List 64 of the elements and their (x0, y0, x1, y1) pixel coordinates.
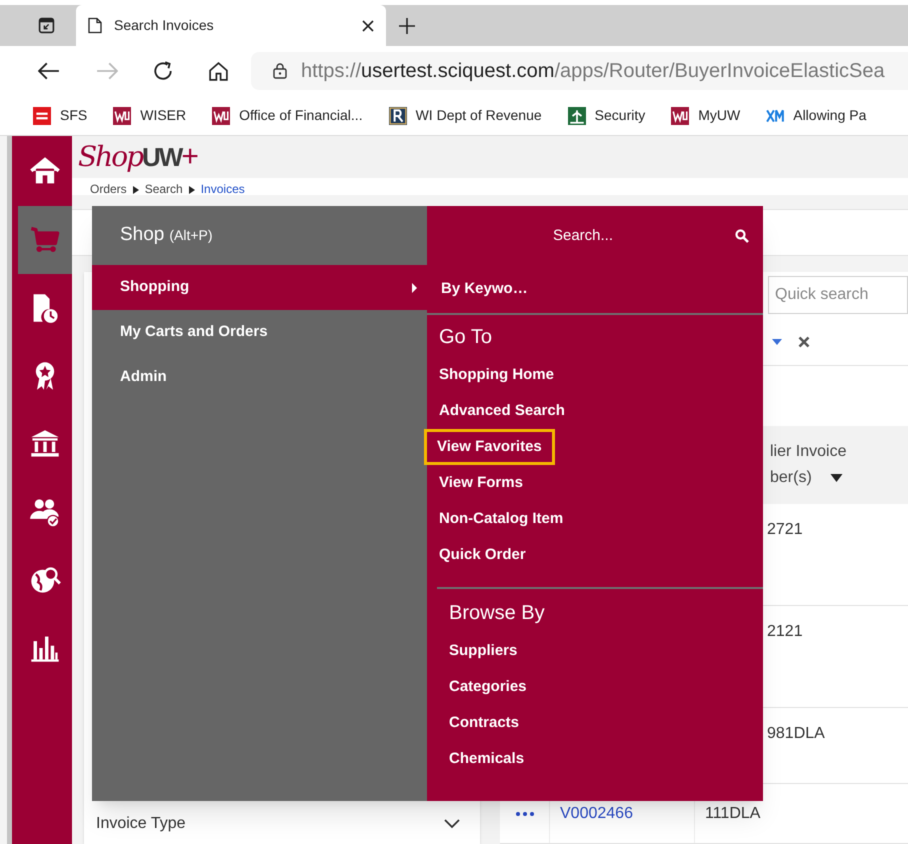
bookmark-logo-icon (671, 106, 690, 124)
quick-search-field[interactable]: Quick search (768, 276, 908, 314)
bookmark[interactable]: Allowing Pa (766, 105, 866, 126)
tab-title: Search Invoices (114, 16, 215, 35)
table-cell-text: 2721 (767, 520, 803, 540)
menu-link[interactable]: Suppliers (447, 636, 520, 666)
menu-item[interactable]: Shopping (92, 265, 427, 310)
menu-item[interactable]: My Carts and Orders (92, 310, 427, 355)
caret-down-icon[interactable] (772, 338, 782, 344)
menu-title: Shop (120, 223, 164, 248)
bookmark[interactable]: MyUW (671, 105, 740, 126)
bookmark[interactable]: SFS (33, 105, 88, 126)
submenu-caret-icon (412, 282, 417, 292)
bookmark[interactable]: Office of Financial... (212, 105, 363, 126)
bookmark[interactable]: WI Dept of Revenue (388, 105, 542, 126)
menu-link[interactable]: View Favorites (427, 432, 552, 462)
table-cell-text: 2121 (767, 622, 803, 642)
close-icon[interactable] (362, 20, 374, 32)
address-bar[interactable]: https://usertest.sciquest.com/apps/Router/BuyerInvoiceElasticSea (251, 52, 908, 90)
close-icon[interactable] (798, 336, 810, 348)
home-icon[interactable] (208, 60, 229, 82)
menu-item[interactable]: Admin (92, 355, 427, 400)
breadcrumb-caret-icon (132, 186, 139, 194)
search-field[interactable]: Search... (437, 218, 729, 254)
menu-link[interactable]: Advanced Search (437, 396, 567, 426)
menu-link[interactable]: Chemicals (447, 744, 526, 774)
browser-tab[interactable]: Search Invoices (76, 5, 386, 46)
menu-link[interactable]: Contracts (447, 708, 522, 738)
section-heading: Go To (439, 325, 493, 350)
chevron-down-icon[interactable] (444, 819, 460, 829)
url-text: https://usertest.sciquest.com/apps/Router/BuyerInvoiceElasticSea (301, 59, 885, 84)
more-actions-icon[interactable] (516, 812, 534, 816)
search-icon[interactable] (735, 228, 749, 242)
refresh-icon[interactable] (152, 60, 174, 82)
bookmark-logo-icon (388, 106, 407, 124)
menu-link[interactable]: Quick Order (437, 540, 528, 570)
shortcut-hint: (Alt+P) (169, 226, 213, 245)
section-heading: Browse By (449, 601, 546, 626)
menu-link[interactable]: Non-Catalog Item (437, 504, 566, 534)
breadcrumb-caret-icon (188, 186, 195, 194)
back-icon[interactable] (38, 62, 60, 80)
breadcrumb-link[interactable]: Invoices (200, 182, 245, 195)
menu-link[interactable]: View Forms (437, 468, 525, 498)
lock-icon (273, 63, 287, 79)
bookmark-logo-icon (212, 106, 230, 124)
bookmark-logo-icon (568, 106, 586, 124)
table-cell-text: 981DLA (767, 724, 825, 744)
breadcrumb-link[interactable]: Search (144, 182, 183, 195)
bookmark[interactable]: WISER (113, 105, 186, 126)
menu-link[interactable]: Shopping Home (437, 360, 556, 390)
window-icon (38, 17, 55, 34)
invoice-link[interactable]: V0002466 (560, 802, 633, 826)
bookmark-logo-icon (33, 106, 51, 124)
document-icon (88, 17, 102, 34)
sort-caret-icon[interactable] (830, 474, 843, 482)
app-logo[interactable]: ShopUW+ (78, 136, 199, 178)
breadcrumb-link[interactable]: Orders (90, 182, 127, 195)
bookmark[interactable]: Security (568, 105, 646, 126)
menu-link[interactable]: By Keywo… (441, 278, 528, 300)
menu-link[interactable]: Categories (447, 672, 529, 702)
bookmark-logo-icon (113, 106, 132, 124)
table-cell-text: 111DLA (705, 804, 760, 824)
new-tab-icon[interactable] (398, 16, 416, 34)
filter-label: Invoice Type (96, 814, 186, 834)
